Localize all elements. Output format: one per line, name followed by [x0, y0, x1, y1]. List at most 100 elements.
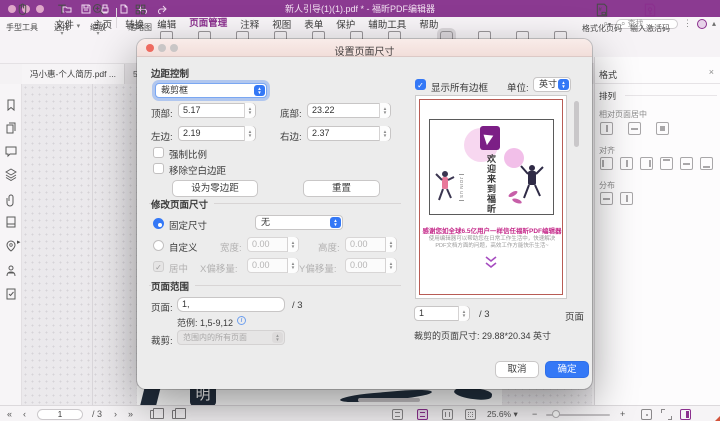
signature-icon[interactable]: [4, 264, 18, 278]
preview-page-total: / 3: [479, 309, 490, 320]
single-page-view-icon[interactable]: [392, 409, 403, 420]
destination-pin-icon[interactable]: [4, 239, 18, 253]
crop-label: 裁剪:: [151, 333, 173, 347]
continuous-view-icon[interactable]: [417, 409, 428, 420]
chevron-down-icon[interactable]: ▾: [42, 33, 82, 36]
layers-icon[interactable]: [4, 167, 18, 181]
activation-code-button[interactable]: 输入激活码: [628, 3, 672, 34]
menu-comment[interactable]: 注释: [240, 17, 259, 31]
right-margin-input[interactable]: 2.37▲▼: [307, 126, 391, 141]
top-margin-input[interactable]: 5.17▲▼: [178, 103, 256, 118]
zoom-in-icon[interactable]: +: [620, 409, 625, 419]
preview-page-input[interactable]: 1▲▼: [414, 306, 470, 321]
ok-button[interactable]: 确定: [545, 361, 589, 378]
align-top-icon[interactable]: [660, 157, 673, 170]
next-view-icon[interactable]: [172, 410, 181, 419]
grid-view-icon[interactable]: [465, 409, 476, 420]
align-bottom-icon[interactable]: [700, 157, 713, 170]
pages-icon[interactable]: [4, 121, 18, 135]
set-zero-margins-button[interactable]: 设为零边距: [172, 180, 258, 197]
zoom-tool-button[interactable]: 缩放 ▾: [78, 3, 118, 36]
fixed-size-radio[interactable]: [153, 218, 164, 229]
bottom-margin-input[interactable]: 23.22▲▼: [307, 103, 391, 118]
page-number-input[interactable]: 1: [37, 409, 83, 420]
more-options-icon[interactable]: ⋮: [683, 18, 692, 29]
next-page-icon[interactable]: ›: [114, 409, 117, 419]
align-vcenter-icon[interactable]: [680, 157, 693, 170]
stepper-icon[interactable]: ▲▼: [244, 103, 255, 118]
field-check-icon[interactable]: [4, 287, 18, 301]
align-right-icon[interactable]: [640, 157, 653, 170]
zoom-slider-knob[interactable]: [552, 410, 560, 418]
left-margin-input[interactable]: 2.19▲▼: [178, 126, 256, 141]
center-horizontal-icon[interactable]: [600, 122, 613, 135]
hand-tool-button[interactable]: 手型工具: [2, 3, 42, 33]
format-page-number-button[interactable]: # 格式化页码: [580, 3, 624, 34]
previous-page-icon[interactable]: ‹: [23, 409, 26, 419]
chevron-down-double-icon[interactable]: [484, 256, 498, 269]
sidebar-expand-handle[interactable]: ▸: [17, 238, 21, 246]
dialog-close-button[interactable]: [146, 44, 154, 52]
distribute-horizontal-icon[interactable]: [600, 192, 613, 205]
constrain-proportions-checkbox[interactable]: [153, 147, 164, 158]
menu-form[interactable]: 表单: [304, 17, 323, 31]
panel-toggle-icon[interactable]: [680, 409, 691, 420]
first-page-icon[interactable]: «: [7, 409, 12, 419]
menu-protect[interactable]: 保护: [336, 17, 355, 31]
close-icon[interactable]: ×: [709, 67, 714, 77]
bookmark-icon[interactable]: [4, 98, 18, 112]
left-margin-label: 左边:: [151, 129, 173, 143]
center-vertical-icon[interactable]: [628, 122, 641, 135]
thumbnail-tool-button[interactable]: 缩略图: [120, 3, 160, 33]
chevron-down-icon[interactable]: ▾: [78, 33, 118, 36]
stepper-icon: ▲▼: [385, 258, 396, 273]
fullscreen-icon[interactable]: [661, 409, 672, 420]
custom-size-radio[interactable]: [153, 240, 164, 251]
document-tab-active[interactable]: 冯小惠-个人简历.pdf ...: [22, 64, 125, 84]
stepper-icon[interactable]: ▲▼: [379, 103, 390, 118]
page-field-icon[interactable]: [4, 215, 18, 229]
horizontal-scrollbar[interactable]: [358, 398, 420, 402]
last-page-icon[interactable]: »: [128, 409, 133, 419]
attachment-icon[interactable]: [4, 193, 18, 207]
align-hcenter-icon[interactable]: [620, 157, 633, 170]
fixed-size-select[interactable]: 无 ▲▼: [255, 215, 343, 230]
stepper-icon[interactable]: ▲▼: [458, 306, 469, 321]
page-preview: 欢迎来到福昕 JOIN US 感谢您如全球6.5亿用户一样信任福昕PDF编辑器 …: [415, 95, 567, 299]
box-type-select[interactable]: 裁剪框 ▲▼: [155, 83, 267, 98]
fit-page-icon[interactable]: [641, 409, 652, 420]
facing-view-icon[interactable]: [442, 409, 453, 420]
page-count-label: / 3: [92, 409, 102, 419]
zoom-level-dropdown[interactable]: 25.6% ▾: [487, 409, 518, 420]
page-range-input[interactable]: 1,: [177, 297, 285, 312]
margin-control-header: 边距控制: [151, 66, 189, 80]
show-all-borders-checkbox[interactable]: ✓: [415, 79, 426, 90]
reset-button[interactable]: 重置: [303, 180, 380, 197]
unit-select[interactable]: 英寸 ▲▼: [533, 77, 571, 92]
comment-icon[interactable]: [4, 144, 18, 158]
menu-accessibility-tools[interactable]: 辅助工具: [368, 17, 406, 31]
stepper-icon[interactable]: ▲▼: [379, 126, 390, 141]
previous-view-icon[interactable]: [150, 410, 159, 419]
menu-help[interactable]: 帮助: [419, 17, 438, 31]
align-left-icon[interactable]: [600, 157, 613, 170]
remove-white-margins-checkbox[interactable]: [153, 163, 164, 174]
cropped-page-size-label: 裁剪的页面尺寸: 29.88*20.34 英寸: [414, 329, 551, 342]
page-label: 页面:: [151, 300, 173, 314]
menu-view[interactable]: 视图: [272, 17, 291, 31]
info-icon[interactable]: i: [237, 316, 246, 325]
stepper-icon[interactable]: ▲▼: [244, 126, 255, 141]
collapse-toolbar-icon[interactable]: ▴: [712, 19, 716, 28]
menu-edit[interactable]: 编辑: [157, 17, 176, 31]
center-checkbox: ✓: [153, 261, 164, 272]
select-tool-button[interactable]: 选择 ▾: [42, 3, 82, 36]
zoom-out-icon[interactable]: −: [532, 409, 537, 419]
center-both-icon[interactable]: [656, 122, 669, 135]
app-window: 新人引导(1)(1).pdf * - 福昕PDF编辑器 文件 ▾ 主页 转换 编…: [0, 0, 720, 421]
user-avatar[interactable]: [697, 19, 707, 29]
preview-scrollbar[interactable]: [574, 101, 579, 147]
cancel-button[interactable]: 取消: [495, 361, 539, 378]
distribute-vertical-icon[interactable]: [620, 192, 633, 205]
tab-format[interactable]: 格式: [599, 68, 617, 81]
resize-section-header: 修改页面尺寸: [151, 197, 214, 211]
